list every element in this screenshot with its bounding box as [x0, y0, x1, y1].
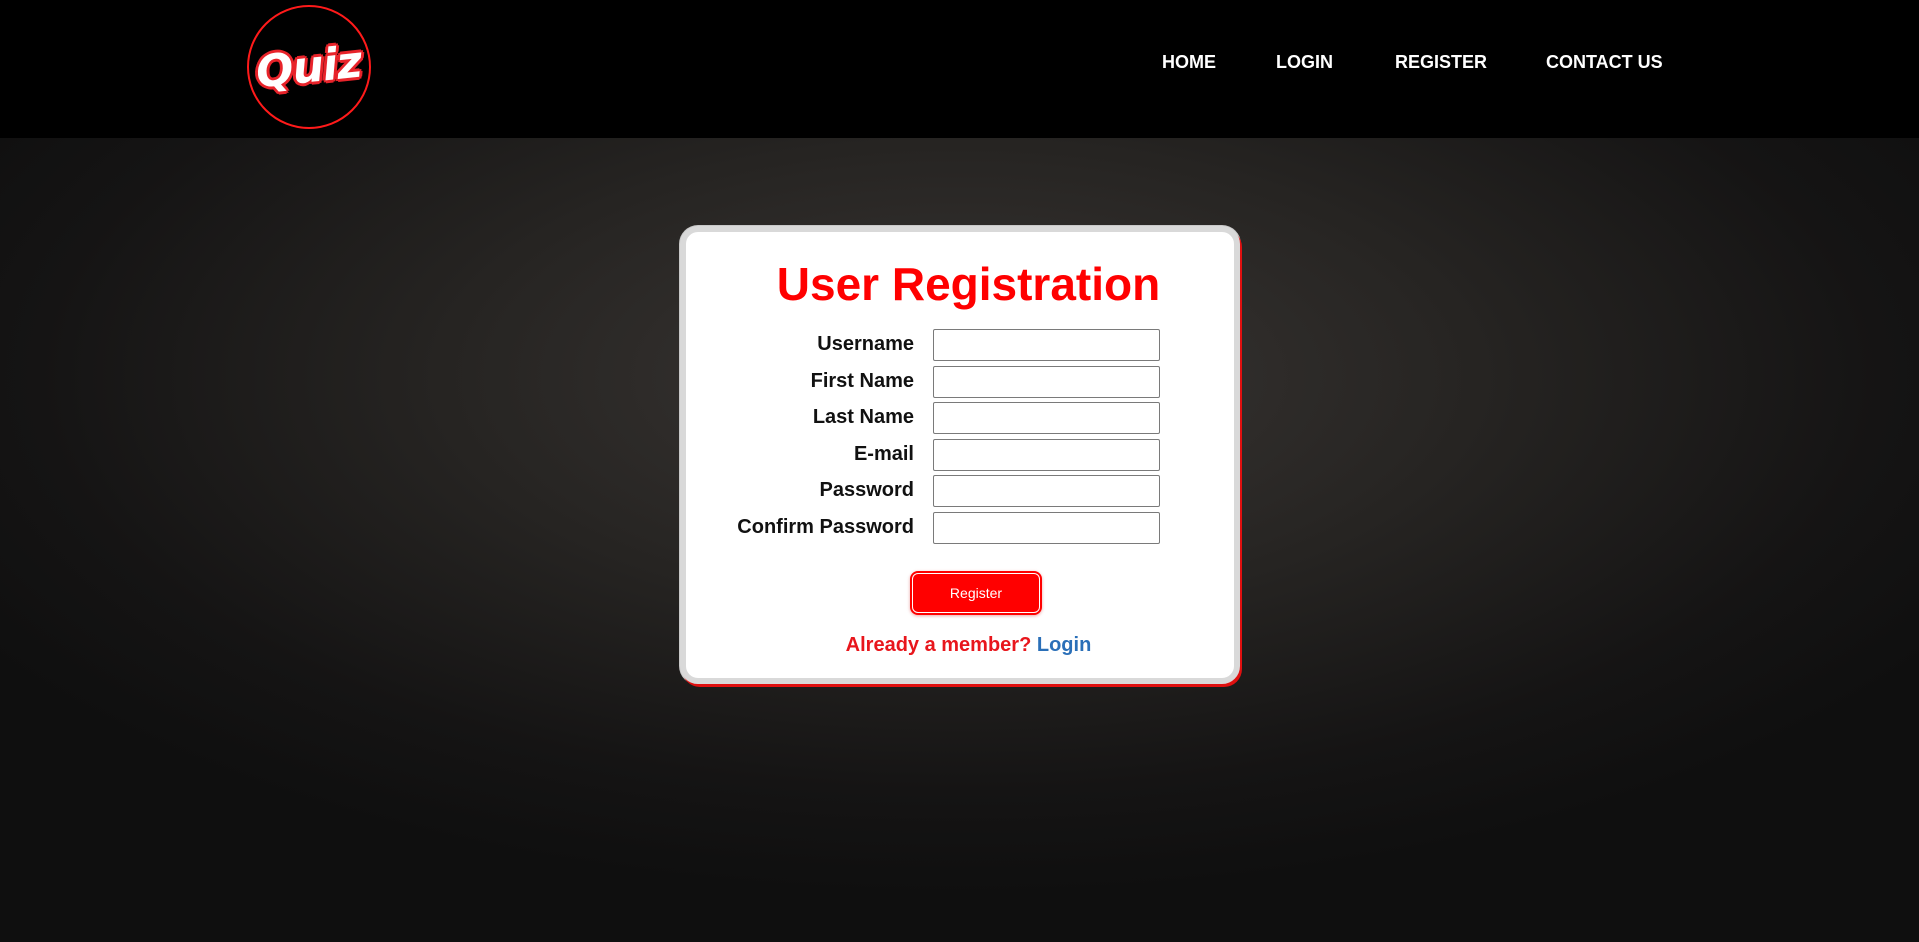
logo-text: Quiz: [253, 36, 365, 98]
member-prompt: Already a member?: [845, 634, 1032, 656]
last-name-row: Last Name: [686, 402, 1234, 434]
first-name-label: First Name: [810, 370, 914, 392]
username-label: Username: [817, 333, 914, 355]
login-link[interactable]: Login: [1037, 634, 1091, 656]
last-name-label: Last Name: [812, 406, 914, 428]
nav-register[interactable]: REGISTER: [1395, 52, 1487, 73]
confirm-password-row: Confirm Password: [686, 512, 1234, 544]
email-label: E-mail: [853, 443, 914, 465]
confirm-password-input[interactable]: [933, 512, 1160, 544]
top-navigation-bar: Quiz HOME LOGIN REGISTER CONTACT US: [0, 0, 1919, 138]
email-input[interactable]: [933, 439, 1160, 471]
email-row: E-mail: [686, 439, 1234, 471]
already-member-line: Already a member? Login: [686, 634, 1234, 657]
quiz-logo[interactable]: Quiz: [247, 5, 371, 129]
username-row: Username: [686, 329, 1234, 361]
username-input[interactable]: [933, 329, 1160, 361]
page-title: User Registration: [776, 258, 1161, 310]
nav-login[interactable]: LOGIN: [1276, 52, 1333, 73]
password-row: Password: [686, 475, 1234, 507]
first-name-input[interactable]: [933, 366, 1160, 398]
register-button[interactable]: Register: [912, 573, 1040, 613]
password-label: Password: [819, 479, 914, 501]
last-name-input[interactable]: [933, 402, 1160, 434]
registration-card: User Registration Username First Name La…: [680, 226, 1240, 684]
confirm-password-label: Confirm Password: [737, 516, 914, 538]
nav-contact-us[interactable]: CONTACT US: [1546, 52, 1663, 73]
password-input[interactable]: [933, 475, 1160, 507]
first-name-row: First Name: [686, 366, 1234, 398]
nav-home[interactable]: HOME: [1162, 52, 1216, 73]
